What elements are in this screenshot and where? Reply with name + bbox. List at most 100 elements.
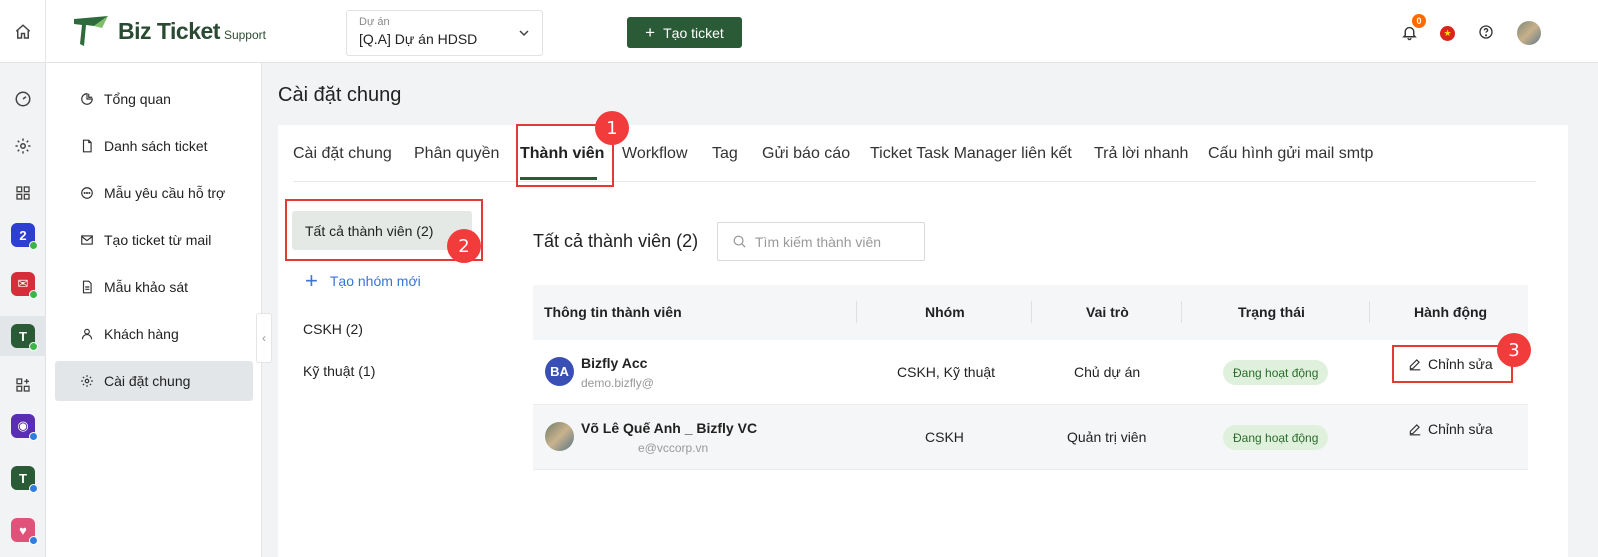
tab-tag[interactable]: Tag [712, 145, 738, 163]
settings-panel: Cài đặt chung Phân quyền Thành viên Work… [278, 125, 1568, 557]
create-group-button[interactable]: + Tạo nhóm mới [305, 270, 421, 292]
tab-workflow[interactable]: Workflow [622, 145, 688, 163]
mail-icon [79, 232, 95, 248]
sidebar-item-surveys[interactable]: Mẫu khảo sát [55, 267, 253, 307]
annotation-number-1: 1 [595, 111, 629, 145]
chevron-left-icon: ‹ [262, 331, 266, 345]
app-bizticket-icon: T [11, 324, 38, 351]
member-email: demo.bizfly@ [581, 376, 654, 390]
annotation-box-3 [1392, 345, 1513, 383]
plus-icon: + [305, 268, 318, 293]
project-selector[interactable]: Dự án [Q.A] Dự án HDSD [346, 10, 543, 56]
pie-chart-icon [79, 91, 95, 107]
members-title: Tất cả thành viên (2) [533, 231, 699, 251]
create-ticket-button[interactable]: + Tạo ticket [627, 17, 742, 48]
tab-general[interactable]: Cài đặt chung [293, 145, 392, 163]
annotation-number-3: 3 [1497, 333, 1531, 367]
annotation-number-2: 2 [447, 229, 481, 263]
sidebar-item-support-forms[interactable]: Mẫu yêu cầu hỗ trợ [55, 173, 253, 213]
rail-app-2[interactable]: ✉ [0, 264, 46, 304]
sidebar-item-label: Mẫu khảo sát [104, 279, 189, 295]
member-group: CSKH [925, 429, 964, 445]
member-avatar: BA [545, 357, 574, 386]
table-row: BA Bizfly Acc demo.bizfly@ CSKH, Kỹ thuậ… [533, 340, 1528, 405]
app-blue-icon: 2 [11, 223, 38, 250]
member-role: Chủ dự án [1074, 364, 1141, 380]
rail-app-5[interactable]: ♥ [0, 510, 46, 550]
app-logo[interactable]: Biz Ticket Support [72, 16, 266, 46]
grid-icon [16, 186, 30, 200]
table-row: Võ Lê Quế Anh _ Bizfly VC e@vccorp.vn CS… [533, 405, 1528, 470]
rail-dashboard[interactable] [0, 79, 46, 119]
sidebar-item-settings[interactable]: Cài đặt chung [55, 361, 253, 401]
language-flag-icon[interactable]: ★ [1440, 26, 1455, 41]
brand-subtitle: Support [223, 28, 266, 42]
sidebar-item-label: Tạo ticket từ mail [104, 232, 212, 248]
column-header: Trạng thái [1238, 304, 1305, 320]
edit-label: Chỉnh sửa [1428, 421, 1493, 437]
home-button[interactable] [0, 0, 46, 63]
app-purple-icon: ◉ [11, 414, 38, 441]
sidebar-item-overview[interactable]: Tổng quan [55, 79, 253, 119]
create-group-label: Tạo nhóm mới [329, 273, 421, 289]
member-avatar [545, 422, 574, 451]
project-value: [Q.A] Dự án HDSD [359, 31, 478, 47]
member-name: Bizfly Acc [581, 355, 648, 371]
member-role: Quản trị viên [1067, 429, 1147, 445]
group-item-cskh[interactable]: CSKH (2) [303, 321, 363, 337]
group-item-technical[interactable]: Kỹ thuật (1) [303, 363, 375, 379]
sidebar-item-label: Mẫu yêu cầu hỗ trợ [104, 185, 226, 201]
rail-app-4[interactable]: T [0, 458, 46, 498]
member-name: Võ Lê Quế Anh _ Bizfly VC [581, 420, 758, 436]
rail-app-1[interactable]: 2 [0, 215, 46, 255]
tab-quick-reply[interactable]: Trả lời nhanh [1094, 145, 1188, 163]
column-divider [856, 301, 857, 323]
settings-tabs: Cài đặt chung Phân quyền Thành viên Work… [293, 125, 1536, 182]
column-header: Thông tin thành viên [544, 304, 682, 320]
page-title: Cài đặt chung [278, 84, 402, 106]
sidebar: Tổng quan Danh sách ticket Mẫu yêu cầu h… [46, 63, 262, 557]
sidebar-item-label: Khách hàng [104, 326, 179, 342]
tab-send-report[interactable]: Gửi báo cáo [762, 145, 850, 163]
app-green-icon: T [11, 466, 38, 493]
sidebar-item-tickets[interactable]: Danh sách ticket [55, 126, 253, 166]
collapse-sidebar-button[interactable]: ‹ [256, 313, 272, 363]
sidebar-item-label: Cài đặt chung [104, 373, 191, 389]
member-search[interactable] [717, 222, 925, 261]
search-icon [733, 235, 746, 248]
edit-member-button[interactable]: Chỉnh sửa [1408, 421, 1493, 437]
user-avatar[interactable] [1517, 21, 1541, 45]
rail-add-app[interactable] [0, 365, 46, 405]
help-button[interactable] [1476, 22, 1496, 42]
sidebar-item-label: Tổng quan [104, 91, 171, 107]
user-icon [79, 326, 95, 342]
tab-permissions[interactable]: Phân quyền [414, 145, 499, 163]
sidebar-item-label: Danh sách ticket [104, 138, 208, 154]
rail-app-3[interactable]: ◉ [0, 406, 46, 446]
create-ticket-label: Tạo ticket [663, 24, 724, 41]
column-header: Hành động [1414, 304, 1488, 320]
form-icon [79, 279, 95, 295]
sidebar-item-customers[interactable]: Khách hàng [55, 314, 253, 354]
chat-icon [79, 185, 95, 201]
search-input[interactable] [755, 233, 915, 250]
status-badge: Đang hoạt động [1223, 360, 1329, 385]
sidebar-item-mail-ticket[interactable]: Tạo ticket từ mail [55, 220, 253, 260]
rail-settings[interactable] [0, 126, 46, 166]
column-divider [1031, 301, 1032, 323]
status-badge: Đang hoạt động [1223, 425, 1329, 450]
tab-task-manager-link[interactable]: Ticket Task Manager liên kết [870, 145, 1072, 163]
project-label: Dự án [359, 16, 390, 28]
table-header: Thông tin thành viên Nhóm Vai trò Trạng … [533, 285, 1528, 340]
member-group: CSKH, Kỹ thuật [897, 364, 996, 380]
top-header: Biz Ticket Support Dự án [Q.A] Dự án HDS… [0, 0, 1598, 63]
column-divider [1181, 301, 1182, 323]
app-rail: 2 ✉ T ◉ T ♥ [0, 63, 46, 557]
app-mail-icon: ✉ [11, 272, 38, 299]
tab-smtp-config[interactable]: Cấu hình gửi mail smtp [1208, 145, 1373, 163]
rail-apps[interactable] [0, 173, 46, 213]
gear-icon [79, 373, 95, 389]
rail-app-bizticket[interactable]: T [0, 316, 46, 356]
plus-icon: + [645, 23, 656, 42]
member-email: e@vccorp.vn [638, 441, 709, 455]
